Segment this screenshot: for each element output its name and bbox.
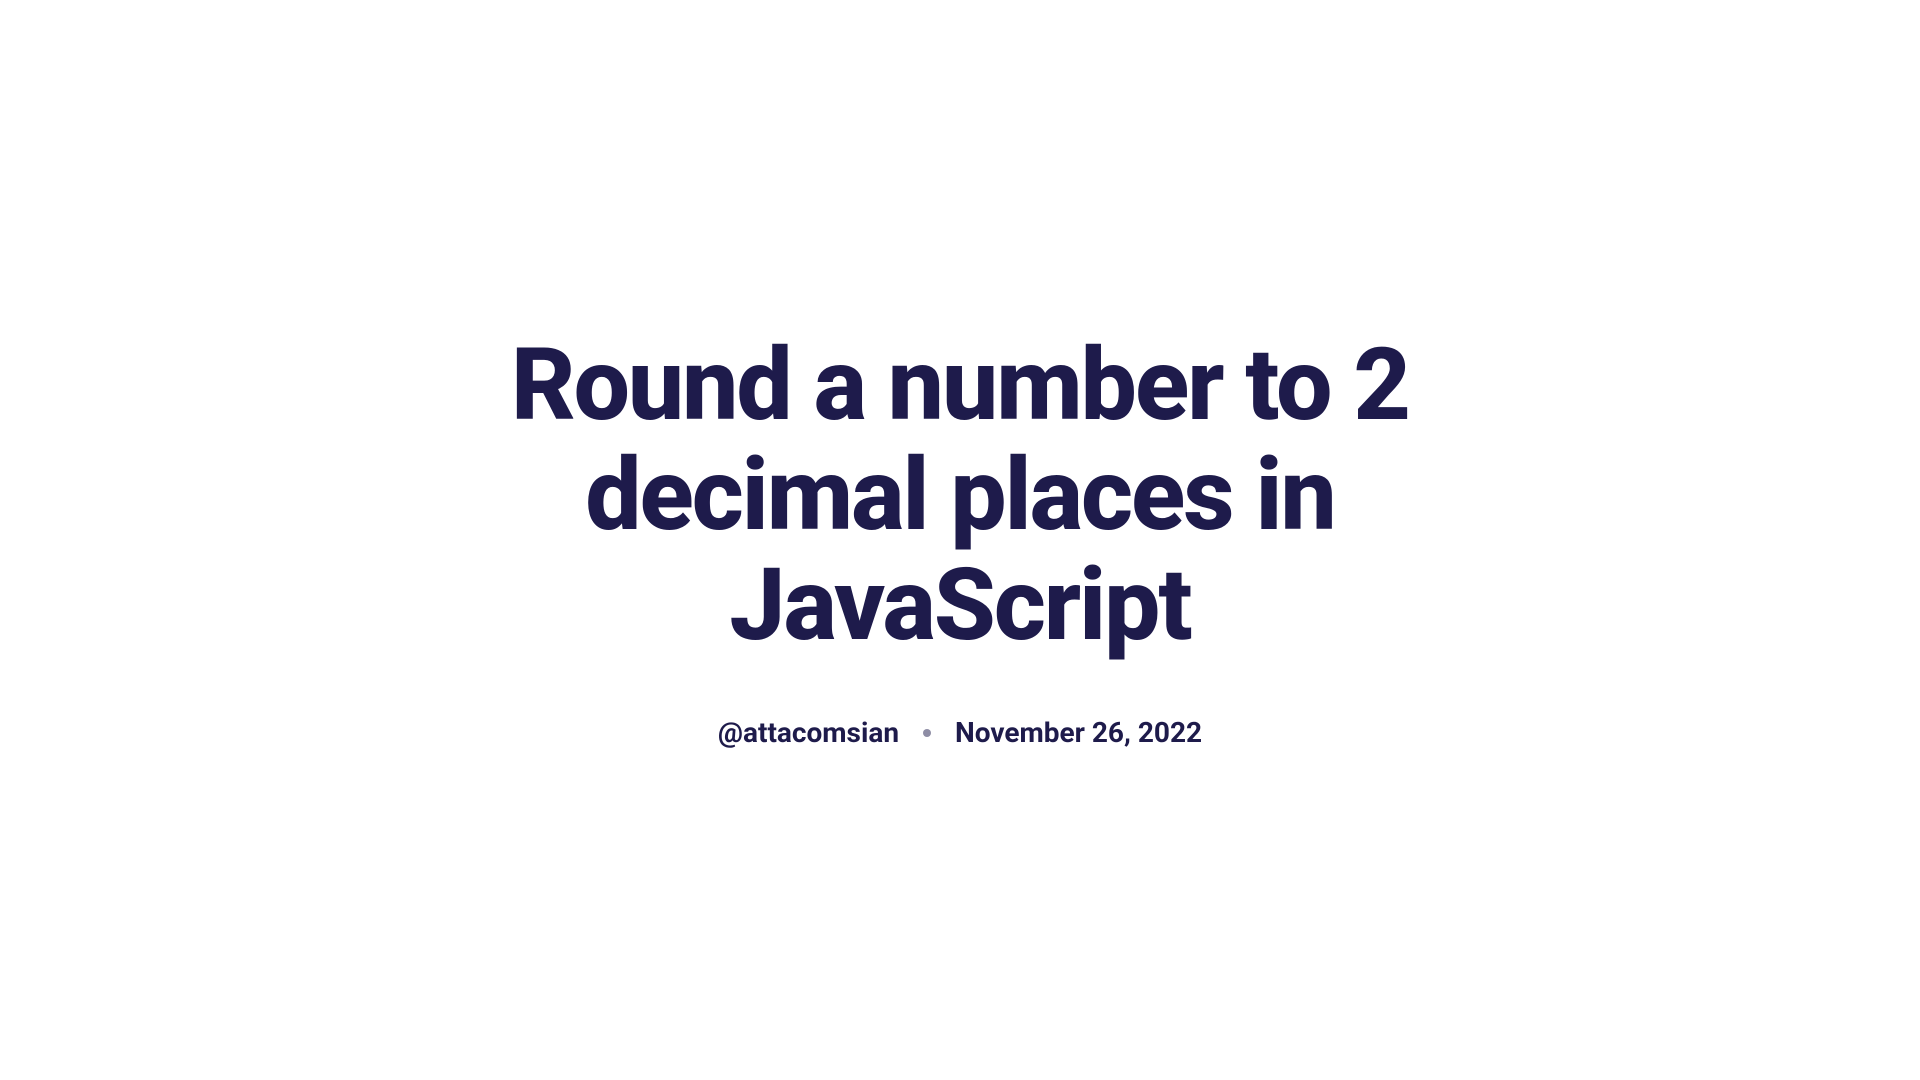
publish-date: November 26, 2022 [955, 716, 1202, 749]
dot-separator-icon [923, 729, 931, 737]
author-handle[interactable]: @attacomsian [718, 716, 899, 749]
article-header: Round a number to 2 decimal places in Ja… [360, 331, 1560, 749]
article-meta: @attacomsian November 26, 2022 [360, 716, 1560, 749]
article-title: Round a number to 2 decimal places in Ja… [360, 331, 1560, 661]
